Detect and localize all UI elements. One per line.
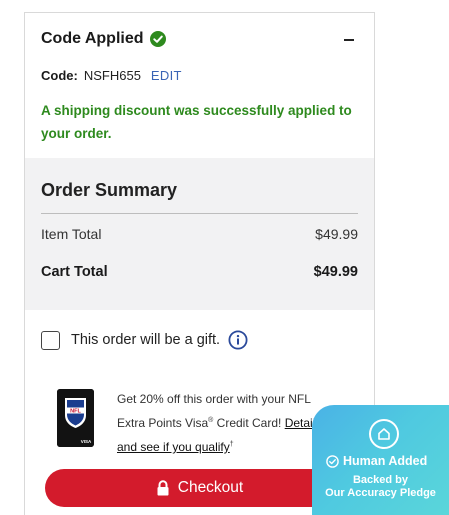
promo-text-after: Credit Card! — [213, 416, 285, 430]
badge-title-text: Human Added — [343, 454, 428, 468]
gift-label[interactable]: This order will be a gift. — [71, 332, 220, 348]
minus-icon — [344, 39, 354, 41]
accuracy-pledge-badge[interactable]: Human Added Backed by Our Accuracy Pledg… — [312, 405, 449, 515]
gift-option: This order will be a gift. — [41, 330, 248, 350]
credit-card-promo: NFL VISA Get 20% off this order with you… — [57, 389, 327, 458]
code-label: Code: — [41, 68, 78, 83]
info-icon[interactable] — [228, 330, 248, 350]
order-summary-title: Order Summary — [41, 180, 178, 200]
code-applied-header: Code Applied — [41, 30, 166, 48]
edit-code-link[interactable]: EDIT — [151, 68, 182, 83]
badge-subtitle-line1: Backed by — [352, 474, 409, 486]
check-outline-icon — [326, 454, 339, 468]
code-applied-title: Code Applied — [41, 30, 144, 47]
badge-subtitle: Backed by Our Accuracy Pledge — [312, 474, 449, 500]
code-value: NSFH655 — [83, 68, 141, 83]
checkout-label: Checkout — [177, 479, 244, 496]
summary-divider — [41, 213, 358, 214]
cart-total-label: Cart Total — [41, 264, 108, 280]
shield-home-icon — [369, 419, 399, 449]
page: Code Applied Code: NSFH655 EDIT A shippi… — [0, 0, 449, 515]
badge-subtitle-line2: Our Accuracy Pledge — [325, 487, 436, 499]
cart-total-row: Cart Total $49.99 — [41, 264, 358, 280]
nfl-credit-card-image: NFL VISA — [57, 389, 94, 447]
dagger-mark: † — [229, 441, 234, 448]
coupon-code-line: Code: NSFH655 EDIT — [41, 68, 182, 83]
card-network-text: VISA — [81, 439, 92, 444]
card-brand-text: NFL — [70, 409, 81, 415]
badge-title: Human Added — [326, 454, 427, 468]
lock-icon — [156, 480, 170, 496]
collapse-button[interactable] — [342, 31, 356, 49]
discount-success-message: A shipping discount was successfully app… — [41, 103, 352, 141]
check-circle-icon — [149, 31, 166, 47]
item-total-row: Item Total $49.99 — [41, 226, 358, 242]
cart-total-value: $49.99 — [313, 264, 358, 280]
promo-text: Get 20% off this order with your NFL Ext… — [117, 389, 327, 458]
gift-checkbox[interactable] — [41, 330, 60, 350]
order-summary: Order Summary Item Total $49.99 Cart Tot… — [25, 158, 374, 310]
checkout-button[interactable]: Checkout — [45, 469, 354, 507]
item-total-label: Item Total — [41, 226, 102, 242]
item-total-value: $49.99 — [315, 226, 358, 242]
